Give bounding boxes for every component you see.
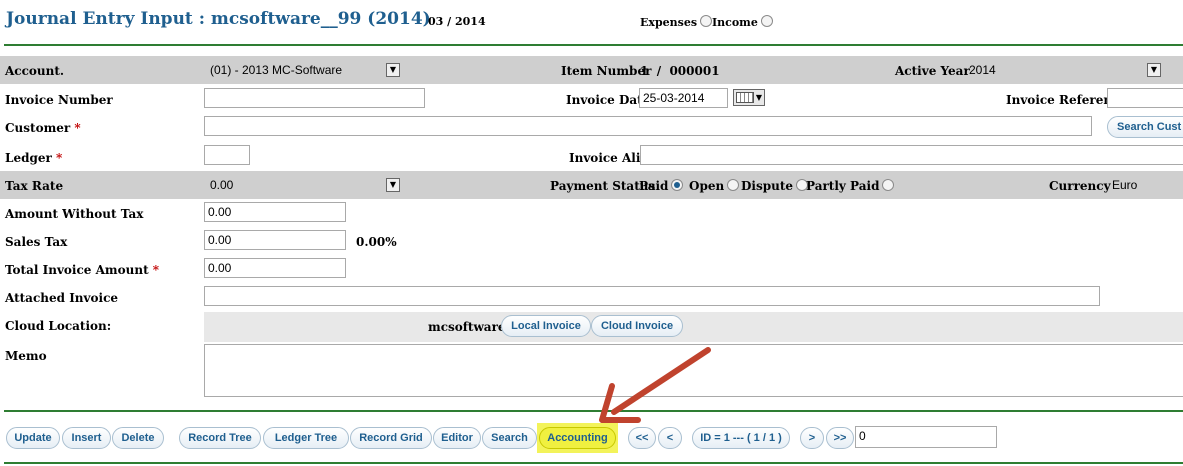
update-button[interactable]: Update: [6, 427, 60, 449]
cloud-location-label: Cloud Location:: [5, 319, 112, 333]
record-grid-button[interactable]: Record Grid: [350, 427, 432, 449]
attached-invoice-input[interactable]: [204, 286, 1100, 306]
status-partly-paid-option[interactable]: Partly Paid: [806, 179, 895, 193]
invoice-number-label: Invoice Number: [5, 93, 113, 107]
account-label: Account.: [5, 64, 65, 78]
sales-tax-label: Sales Tax: [5, 235, 68, 249]
status-paid-option[interactable]: Paid: [639, 179, 684, 193]
invoice-date-input[interactable]: 25-03-2014: [639, 88, 728, 108]
income-radio[interactable]: [760, 15, 773, 27]
account-dropdown-icon[interactable]: ▼: [386, 63, 400, 77]
income-option[interactable]: Income: [712, 15, 773, 29]
customer-input[interactable]: [204, 116, 1092, 136]
income-label: Income: [712, 16, 758, 29]
annotation-arrow-icon: [599, 347, 711, 423]
item-number-label: Item Number: [561, 64, 652, 78]
active-year-value[interactable]: 2014: [969, 63, 996, 77]
item-number-value: 1 / 000001: [640, 64, 720, 78]
active-year-label: Active Year: [895, 64, 970, 78]
currency-value: Euro: [1112, 178, 1138, 192]
local-invoice-button[interactable]: Local Invoice: [501, 315, 591, 337]
tax-rate-value[interactable]: 0.00: [210, 178, 233, 192]
period-label: 03 / 2014: [428, 15, 486, 28]
cloud-owner: mcsoftware: [428, 320, 506, 334]
invoice-date-label: Invoice Date: [566, 93, 651, 107]
status-paid-radio[interactable]: [671, 179, 684, 191]
customer-label: Customer *: [5, 121, 81, 135]
currency-label: Currency: [1049, 179, 1111, 193]
invoice-reference-input[interactable]: [1107, 88, 1183, 108]
ledger-tree-button[interactable]: Ledger Tree: [263, 427, 349, 449]
status-partly-paid-radio[interactable]: [882, 179, 895, 191]
header-divider: [4, 44, 1183, 46]
sales-tax-input[interactable]: 0.00: [204, 230, 346, 250]
page-title: Journal Entry Input : mcsoftware__99 (20…: [6, 9, 431, 29]
ledger-input[interactable]: [204, 145, 250, 165]
accounting-button[interactable]: Accounting: [539, 427, 616, 449]
active-year-dropdown-icon[interactable]: ▼: [1147, 63, 1161, 77]
memo-label: Memo: [5, 349, 47, 363]
account-select-value[interactable]: (01) - 2013 MC-Software: [210, 63, 342, 77]
first-record-button[interactable]: <<: [628, 427, 656, 449]
record-id-indicator: ID = 1 --- ( 1 / 1 ): [692, 427, 790, 449]
total-invoice-amount-input[interactable]: 0.00: [204, 258, 346, 278]
record-tree-button[interactable]: Record Tree: [179, 427, 261, 449]
goto-record-input[interactable]: 0: [855, 426, 997, 448]
next-record-button[interactable]: >: [800, 427, 824, 449]
cloud-invoice-button[interactable]: Cloud Invoice: [591, 315, 683, 337]
invoice-alias-input[interactable]: [640, 145, 1183, 165]
total-invoice-amount-label: Total Invoice Amount *: [5, 263, 160, 277]
calendar-icon[interactable]: ▼: [733, 89, 765, 106]
toolbar-bottom-divider: [4, 462, 1183, 464]
tax-rate-dropdown-icon[interactable]: ▼: [386, 178, 400, 192]
status-dispute-option[interactable]: Dispute: [741, 179, 809, 193]
search-customer-button[interactable]: Search Cust: [1107, 116, 1183, 138]
amount-without-tax-label: Amount Without Tax: [5, 207, 144, 221]
cloud-location-band: [204, 312, 1183, 342]
tax-rate-label: Tax Rate: [5, 179, 64, 193]
insert-button[interactable]: Insert: [62, 427, 111, 449]
last-record-button[interactable]: >>: [826, 427, 854, 449]
expenses-label: Expenses: [640, 16, 698, 29]
amount-without-tax-input[interactable]: 0.00: [204, 202, 346, 222]
status-open-radio[interactable]: [727, 179, 740, 191]
attached-invoice-label: Attached Invoice: [5, 291, 119, 305]
previous-record-button[interactable]: <: [658, 427, 682, 449]
editor-button[interactable]: Editor: [433, 427, 481, 449]
ledger-label: Ledger *: [5, 151, 63, 165]
delete-button[interactable]: Delete: [112, 427, 164, 449]
expenses-option[interactable]: Expenses: [640, 15, 713, 29]
expenses-radio[interactable]: [700, 15, 713, 27]
search-button[interactable]: Search: [482, 427, 537, 449]
status-open-option[interactable]: Open: [689, 179, 740, 193]
sales-tax-percent: 0.00%: [356, 235, 397, 249]
invoice-number-input[interactable]: [204, 88, 425, 108]
